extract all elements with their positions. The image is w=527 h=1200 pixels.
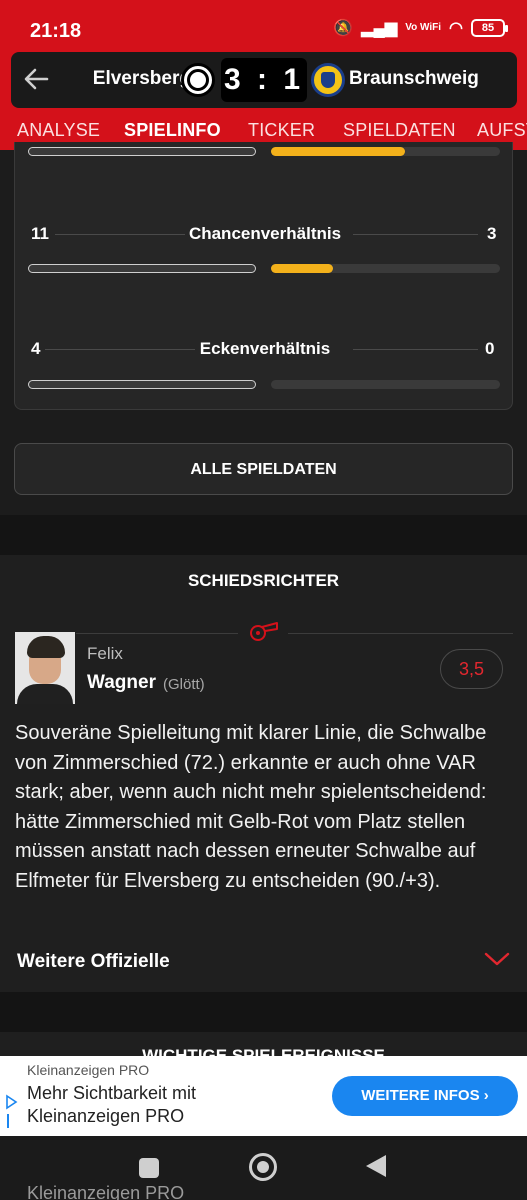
tab-analyse[interactable]: ANALYSE	[17, 120, 100, 141]
recents-icon[interactable]	[139, 1158, 159, 1178]
prev-stat-away-bar	[271, 147, 405, 156]
stat-home-bar	[28, 380, 256, 389]
away-team-name: Braunschweig	[349, 68, 479, 89]
stat-label: Chancenverhältnis	[188, 224, 342, 243]
battery-icon: 85	[471, 19, 508, 37]
adchoices-icon[interactable]	[3, 1092, 19, 1132]
status-icons: 🔕 ▂▄▆ Vo WiFi ◠ 85	[333, 18, 508, 38]
stat-away-value: 3	[487, 224, 497, 243]
score: 3 : 1	[221, 58, 307, 102]
stat-home-bar	[28, 264, 256, 273]
divider	[288, 633, 513, 634]
referee-section-title: SCHIEDSRICHTER	[187, 571, 340, 590]
ad-ghost-text: Kleinanzeigen PRO	[27, 1183, 185, 1200]
referee-section: SCHIEDSRICHTER Felix Wagner (Glött) 3,5 …	[0, 555, 527, 992]
stat-away-value: 0	[485, 339, 495, 358]
away-team-crest-icon	[311, 63, 345, 97]
ad-more-info-button[interactable]: WEITERE INFOS ›	[332, 1076, 518, 1116]
tab-spielinfo[interactable]: SPIELINFO	[124, 120, 221, 141]
divider	[353, 234, 478, 235]
referee-first-name: Felix	[87, 644, 123, 663]
referee-assessment: Souveräne Spielleitung mit klarer Linie,…	[15, 722, 487, 892]
ad-label: Kleinanzeigen PRO	[27, 1062, 150, 1078]
more-officials-label[interactable]: Weitere Offizielle	[17, 951, 170, 973]
stat-away-bar	[271, 264, 333, 273]
referee-grade-badge: 3,5	[440, 649, 503, 689]
app-header: 21:18 🔕 ▂▄▆ Vo WiFi ◠ 85 Elversberg 3 : …	[0, 0, 527, 150]
chevron-right-icon: ›	[483, 1087, 489, 1104]
divider	[353, 349, 478, 350]
chevron-down-icon[interactable]	[484, 951, 510, 967]
stat-home-value: 4	[31, 339, 41, 358]
stat-away-bar-track	[271, 380, 500, 389]
home-icon[interactable]	[249, 1153, 277, 1181]
ad-button-label: WEITERE INFOS	[361, 1087, 480, 1104]
wifi-icon: ◠	[449, 20, 463, 37]
stat-label: Eckenverhältnis	[199, 339, 331, 358]
section-gap	[0, 515, 527, 555]
status-bar: 21:18 🔕 ▂▄▆ Vo WiFi ◠ 85	[0, 0, 527, 58]
prev-stat-home-bar	[28, 147, 256, 156]
ad-banner[interactable]: Kleinanzeigen PRO Mehr Sichtbarkeit mit …	[0, 1056, 527, 1136]
network-label: Vo WiFi	[405, 22, 442, 33]
section-gap	[0, 992, 527, 1032]
back-arrow-icon[interactable]	[21, 64, 51, 94]
tab-ticker[interactable]: TICKER	[248, 120, 315, 141]
home-team-crest-icon	[181, 63, 215, 97]
ad-text: Mehr Sichtbarkeit mit Kleinanzeigen PRO	[27, 1083, 197, 1126]
referee-last-name: Wagner	[87, 672, 156, 693]
back-icon[interactable]	[366, 1155, 386, 1177]
all-match-data-button[interactable]: ALLE SPIELDATEN	[14, 443, 513, 495]
stat-home-value: 11	[31, 224, 49, 243]
tab-aufstellung[interactable]: AUFST	[477, 120, 527, 141]
stats-card: 11 Chancenverhältnis 3 4 Eckenverhältnis…	[14, 142, 513, 410]
tab-spieldaten[interactable]: SPIELDATEN	[343, 120, 456, 141]
score-bar: Elversberg 3 : 1 Braunschweig	[11, 52, 517, 108]
home-team-name: Elversberg	[92, 68, 191, 89]
referee-club: (Glött)	[163, 676, 205, 693]
referee-photo	[15, 632, 75, 704]
whistle-icon	[250, 622, 278, 641]
status-time: 21:18	[30, 20, 82, 42]
divider	[76, 633, 238, 634]
signal-icon: ▂▄▆	[361, 20, 398, 37]
mute-icon: 🔕	[333, 20, 354, 37]
